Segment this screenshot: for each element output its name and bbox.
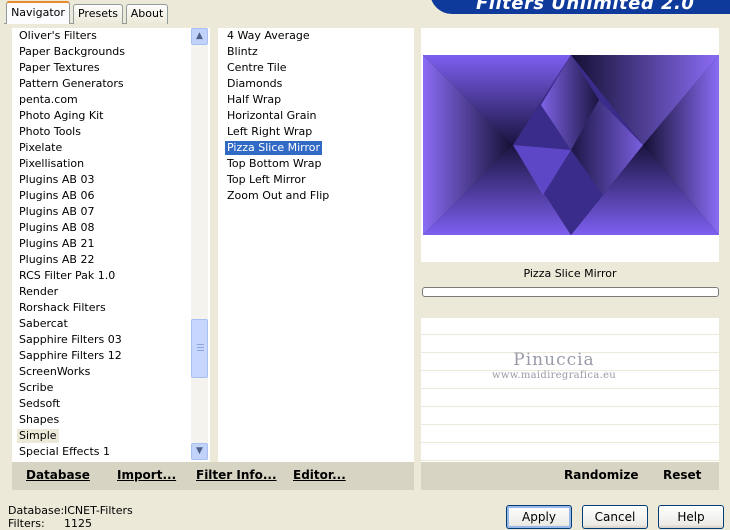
category-item[interactable]: Sedsoft [17, 397, 62, 411]
scroll-down-button[interactable]: ▼ [191, 443, 208, 460]
filter-item[interactable]: Centre Tile [225, 61, 289, 75]
category-item[interactable]: RCS Filter Pak 1.0 [17, 269, 117, 283]
filters-count-value: 1125 [64, 517, 92, 530]
filter-item[interactable]: Half Wrap [225, 93, 283, 107]
chevron-down-icon: ▼ [196, 446, 203, 456]
category-item[interactable]: Sapphire Filters 03 [17, 333, 124, 347]
selected-filter-caption: Pizza Slice Mirror [523, 267, 617, 280]
filter-item[interactable]: Top Left Mirror [225, 173, 308, 187]
parameter-row [421, 390, 719, 407]
category-item[interactable]: Pattern Generators [17, 77, 126, 91]
category-item[interactable]: Plugins AB 22 [17, 253, 96, 267]
category-item[interactable]: Shapes [17, 413, 61, 427]
category-list[interactable]: Oliver's Filters Paper Backgrounds Paper T… [12, 28, 210, 462]
category-item[interactable]: Plugins AB 06 [17, 189, 96, 203]
app-title: Filters Unlimited 2.0 [476, 0, 695, 14]
category-item[interactable]: Sapphire Filters 12 [17, 349, 124, 363]
category-item[interactable]: Plugins AB 21 [17, 237, 96, 251]
category-item[interactable]: Pixellisation [17, 157, 86, 171]
category-item[interactable]: penta.com [17, 93, 80, 107]
reset-button[interactable]: Reset [663, 468, 701, 482]
filter-item[interactable]: Left Right Wrap [225, 125, 314, 139]
progress-bar [422, 287, 719, 297]
watermark: Pinuccia www.maidiregrafica.eu [484, 350, 624, 381]
preview-image [423, 55, 719, 235]
category-item[interactable]: Plugins AB 08 [17, 221, 96, 235]
parameter-row [421, 426, 719, 443]
help-button[interactable]: Help [658, 505, 724, 529]
category-item[interactable]: Photo Tools [17, 125, 83, 139]
category-item[interactable]: Special Effects 1 [17, 445, 112, 459]
category-item[interactable]: Rorshack Filters [17, 301, 108, 315]
category-item[interactable]: Paper Textures [17, 61, 102, 75]
category-item[interactable]: ScreenWorks [17, 365, 92, 379]
tab-navigator[interactable]: Navigator [6, 1, 70, 24]
watermark-name: Pinuccia [513, 350, 595, 370]
scrollbar-grip-line [197, 350, 204, 351]
scrollbar-thumb[interactable] [191, 319, 208, 378]
filter-info-button[interactable]: Filter Info... [196, 468, 277, 482]
cancel-button[interactable]: Cancel [582, 505, 648, 529]
filters-count-label: Filters: [8, 517, 45, 530]
filter-item[interactable]: Zoom Out and Flip [225, 189, 331, 203]
category-item[interactable]: Paper Backgrounds [17, 45, 127, 59]
parameter-row [421, 408, 719, 425]
database-button[interactable]: Database [26, 468, 90, 482]
category-item[interactable]: Scribe [17, 381, 55, 395]
filter-item[interactable]: Blintz [225, 45, 260, 59]
import-button[interactable]: Import... [117, 468, 176, 482]
watermark-url: www.maidiregrafica.eu [491, 370, 617, 381]
database-value: ICNET-Filters [64, 504, 133, 517]
editor-button[interactable]: Editor... [293, 468, 346, 482]
category-item[interactable]: Render [17, 285, 60, 299]
category-item[interactable]: Sabercat [17, 317, 70, 331]
scrollbar-grip-line [197, 344, 204, 345]
filter-item[interactable]: Pizza Slice Mirror [225, 141, 323, 155]
parameter-row [421, 318, 719, 335]
filter-list[interactable]: 4 Way Average Blintz Centre Tile Diamonds Ha… [218, 28, 414, 462]
filter-item[interactable]: Top Bottom Wrap [225, 157, 324, 171]
filter-item[interactable]: 4 Way Average [225, 29, 312, 43]
category-item[interactable]: Plugins AB 07 [17, 205, 96, 219]
randomize-button[interactable]: Randomize [564, 468, 638, 482]
apply-button[interactable]: Apply [506, 505, 572, 529]
database-label: Database: [8, 504, 65, 517]
parameter-row [421, 444, 719, 461]
category-item[interactable]: Plugins AB 03 [17, 173, 96, 187]
category-item[interactable]: Simple [17, 429, 59, 443]
category-item[interactable]: Photo Aging Kit [17, 109, 105, 123]
category-item[interactable]: Oliver's Filters [17, 29, 99, 43]
category-scrollbar[interactable]: ▲ ▼ [191, 28, 208, 460]
category-item[interactable]: Pixelate [17, 141, 64, 155]
scrollbar-grip-line [197, 347, 204, 348]
filter-item[interactable]: Diamonds [225, 77, 284, 91]
chevron-up-icon: ▲ [196, 31, 203, 41]
tab-presets[interactable]: Presets [73, 4, 123, 24]
scroll-up-button[interactable]: ▲ [191, 28, 208, 45]
tab-about[interactable]: About [126, 4, 168, 24]
filter-item[interactable]: Horizontal Grain [225, 109, 318, 123]
